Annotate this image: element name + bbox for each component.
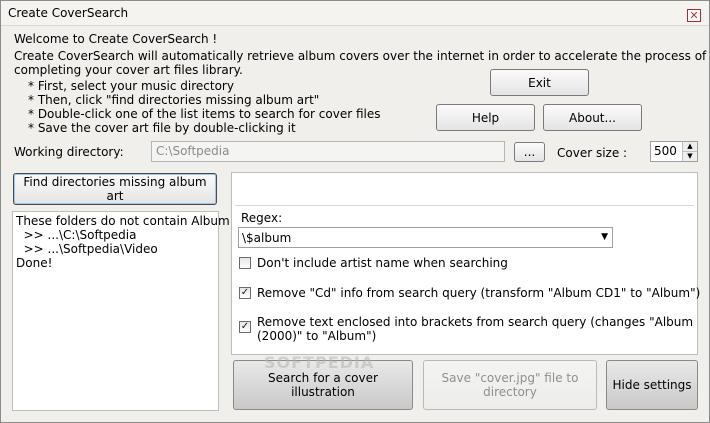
cover-size-stepper[interactable]: 500 ▲ ▼ (650, 141, 698, 162)
list-item[interactable]: >> ...\Softpedia\Video (16, 242, 215, 256)
about-button[interactable]: About... (543, 104, 642, 131)
exclude-artist-label: Don't include artist name when searching (257, 256, 508, 270)
hide-settings-button[interactable]: Hide settings (606, 360, 698, 410)
list-item[interactable]: These folders do not contain Album (16, 214, 230, 228)
find-button-line-1: Find directories missing album (23, 175, 207, 189)
checkmark-icon: ✓ (240, 321, 250, 332)
list-item[interactable]: Done! (16, 256, 215, 270)
chevron-down-icon[interactable]: ▼ (601, 232, 608, 242)
settings-blank-area (235, 176, 694, 206)
step-1: * First, select your music directory (28, 79, 234, 93)
list-item[interactable]: >> ...\C:\Softpedia (16, 228, 215, 242)
cover-size-value: 500 (654, 144, 677, 158)
spin-up-icon[interactable]: ▲ (682, 142, 697, 152)
browse-button[interactable]: ... (514, 142, 545, 162)
spin-down-icon[interactable]: ▼ (682, 152, 697, 161)
exit-button[interactable]: Exit (490, 69, 589, 96)
welcome-text: Welcome to Create CoverSearch ! (14, 32, 218, 46)
close-icon[interactable]: ✕ (687, 9, 701, 22)
search-button-line-2: illustration (291, 385, 355, 399)
regex-value: \$album (242, 231, 292, 245)
find-directories-button[interactable]: Find directories missing album art (13, 173, 217, 205)
step-4: * Save the cover art file by double-clic… (28, 121, 296, 135)
description-line-2: completing your cover art files library. (14, 63, 243, 77)
cover-size-label: Cover size : (557, 146, 628, 160)
working-directory-value: C:\Softpedia (156, 144, 230, 158)
regex-label: Regex: (241, 211, 283, 225)
window-title: Create CoverSearch (8, 6, 129, 20)
step-2: * Then, click "find directories missing … (28, 93, 320, 107)
working-directory-field[interactable]: C:\Softpedia (151, 141, 505, 162)
working-directory-label: Working directory: (14, 145, 124, 159)
find-button-line-2: art (106, 189, 124, 203)
regex-dropdown[interactable]: \$album ▼ (238, 227, 613, 248)
description-line-1: Create CoverSearch will automatically re… (14, 49, 707, 63)
exclude-artist-checkbox[interactable] (239, 257, 251, 269)
remove-brackets-label-line-1: Remove text enclosed into brackets from … (257, 315, 694, 329)
remove-brackets-label-line-2: (2000)" to "Album") (257, 329, 377, 343)
title-bar: Create CoverSearch ✕ (1, 1, 709, 26)
remove-cd-checkbox[interactable]: ✓ (239, 287, 251, 299)
search-button-line-1: Search for a cover (268, 371, 378, 385)
save-button-line-2: directory (483, 385, 537, 399)
step-3: * Double-click one of the list items to … (28, 107, 381, 121)
main-window: Create CoverSearch ✕ Welcome to Create C… (0, 0, 710, 423)
remove-brackets-checkbox[interactable]: ✓ (239, 321, 251, 333)
checkmark-icon: ✓ (240, 287, 250, 298)
watermark: SOFTPEDIA (264, 353, 375, 372)
help-button[interactable]: Help (436, 104, 535, 131)
results-list[interactable]: These folders do not contain Album >> ..… (12, 211, 230, 411)
settings-panel: Regex: \$album ▼ Don't include artist na… (231, 172, 701, 355)
save-button-line-1: Save "cover.jpg" file to (441, 371, 579, 385)
remove-cd-label: Remove "Cd" info from search query (tran… (257, 286, 701, 300)
save-cover-button[interactable]: Save "cover.jpg" file to directory (423, 360, 597, 410)
